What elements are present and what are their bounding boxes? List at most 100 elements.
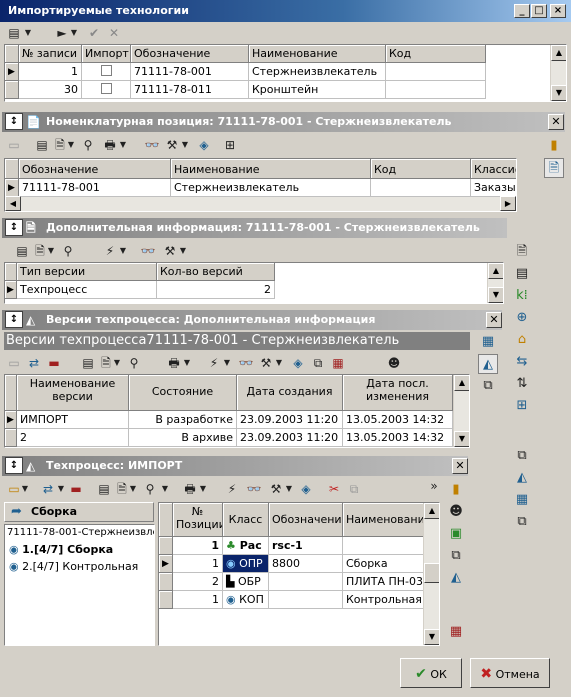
table-cell[interactable]: Техпроцесс [17,281,157,299]
import-checkbox[interactable] [82,63,131,81]
minimize-button[interactable]: _ [514,4,530,18]
col-header[interactable]: Дата создания [237,375,343,411]
insert-icon[interactable]: ⇄ [24,353,44,373]
table-cell[interactable]: ◉ КОП [223,591,269,609]
dropdown-arrow-icon[interactable]: ▼ [182,353,192,373]
new-icon[interactable]: ▭ [4,353,24,373]
scroll-up-icon[interactable]: ▲ [424,503,439,519]
table-icon[interactable]: ▤ [78,353,98,373]
close-panel-button[interactable]: ✕ [548,114,564,130]
more-icon[interactable]: » [424,476,444,496]
dropdown-arrow-icon[interactable]: ▼ [118,135,128,155]
paste-icon[interactable]: ⧉ [344,479,364,499]
col-header[interactable]: Код [386,45,486,63]
tools-icon[interactable]: ⚒ [162,135,182,155]
dropdown-arrow-icon[interactable]: ▼ [198,479,208,499]
table-cell[interactable] [343,537,425,555]
dropdown-arrow-icon[interactable]: ▼ [160,479,170,499]
dropdown-arrow-icon[interactable]: ▼ [222,353,232,373]
user-icon[interactable]: ☻ [384,353,404,373]
dropdown-arrow-icon[interactable]: ▼ [180,135,190,155]
picture-icon[interactable]: ▣ [446,524,466,544]
table-cell[interactable]: 71111-78-001 [131,63,249,81]
grid-view-icon[interactable]: ▤ [4,23,24,43]
copy-icon[interactable]: ⧉ [308,353,328,373]
document-icon[interactable]: 🗎 [544,158,564,178]
document-icon[interactable]: 🗎 [512,242,532,262]
diamond-icon[interactable]: ◈ [194,135,214,155]
col-header[interactable]: Класс [223,503,269,537]
lightning-icon[interactable]: ⚡ [222,479,242,499]
delete-icon[interactable]: ▬ [44,353,64,373]
pin-icon[interactable]: ↕ [5,457,23,474]
col-header[interactable]: Тип версии [17,263,157,281]
table-icon[interactable]: ▦ [512,490,532,510]
print-icon[interactable]: 🖶 [180,479,200,499]
add-item-icon[interactable]: ⊕ [512,308,532,328]
import-checkbox[interactable] [82,81,131,99]
table-cell[interactable]: 30 [19,81,82,99]
col-header[interactable]: Дата посл. изменения [343,375,453,411]
col-header[interactable]: Наименование [171,159,371,179]
tree-header[interactable]: ➦ Сборка [4,502,154,522]
table-cell[interactable]: 13.05.2003 14:32 [343,411,453,429]
versions-icon[interactable]: ◭ [446,568,466,588]
lightning-icon[interactable]: ⚡ [100,241,120,261]
cut-icon[interactable]: ✂ [324,479,344,499]
table-cell[interactable]: Сборка [343,555,425,573]
scroll-up-icon[interactable]: ▲ [454,375,469,391]
dropdown-arrow-icon[interactable]: ▼ [128,479,138,499]
table-cell[interactable]: 13.05.2003 14:32 [343,429,453,447]
scroll-up-icon[interactable]: ▲ [551,45,566,61]
versions-icon[interactable]: ◭ [512,468,532,488]
binoculars-icon[interactable]: 👓 [244,479,264,499]
table-cell[interactable]: rsc-1 [269,537,343,555]
tree-item[interactable]: ◉ 2.[4/7] Контрольная [9,560,138,573]
table-cell[interactable]: ПЛИТА ПН-03Т [343,573,425,591]
table-cell[interactable]: 2 [173,573,223,591]
table-cell[interactable]: Кронштейн [249,81,386,99]
table-cell[interactable]: Контрольная [343,591,425,609]
dropdown-arrow-icon[interactable]: ▼ [178,241,188,261]
dropdown-arrow-icon[interactable]: ▼ [118,241,128,261]
vertical-scrollbar[interactable]: ▲ ▼ [550,45,566,101]
lightning-icon[interactable]: ⚡ [204,353,224,373]
dropdown-arrow-icon[interactable]: ▼ [284,479,294,499]
report-icon[interactable]: ▦ [328,353,348,373]
table-cell[interactable]: Стержнеизвлекатель [249,63,386,81]
table-cell[interactable]: Заказы [471,179,516,197]
print-icon[interactable]: 🖶 [164,353,184,373]
binoculars-icon[interactable]: 👓 [138,241,158,261]
tools-icon[interactable]: ⚒ [160,241,180,261]
stack-icon[interactable]: ⧉ [478,376,498,396]
col-header[interactable]: Импорт [82,45,131,63]
stack-icon[interactable]: ⧉ [512,512,532,532]
ruler-icon[interactable]: ▮ [446,480,466,500]
tools-icon[interactable]: ⚒ [266,479,286,499]
list-icon[interactable]: ▤ [512,264,532,284]
table-cell[interactable] [269,591,343,609]
diamond-icon[interactable]: ◈ [288,353,308,373]
scroll-down-icon[interactable]: ▼ [424,629,439,645]
table-cell[interactable] [386,81,486,99]
binoculars-icon[interactable]: 👓 [142,135,162,155]
scroll-right-icon[interactable]: ▶ [500,196,516,211]
col-header[interactable]: № записи [19,45,82,63]
table-icon[interactable]: ▤ [32,135,52,155]
report-icon[interactable]: ▦ [446,622,466,642]
dropdown-arrow-icon[interactable]: ▼ [56,479,66,499]
table-cell[interactable]: 1 [173,537,223,555]
bracket-icon[interactable]: k⁞ [512,286,532,306]
table-cell[interactable]: В архиве [129,429,237,447]
scroll-thumb[interactable] [424,563,439,583]
table-cell[interactable]: 2 [17,429,129,447]
table-cell[interactable]: 71111-78-011 [131,81,249,99]
horizontal-scrollbar[interactable]: ◀ ▶ [5,196,516,211]
tag-icon[interactable]: ⌂ [512,330,532,350]
table-icon[interactable]: ▤ [94,479,114,499]
dropdown-arrow-icon[interactable]: ▼ [20,479,30,499]
filter-icon[interactable]: ⚲ [140,479,160,499]
vertical-scrollbar[interactable]: ▲ ▼ [487,263,503,303]
scroll-down-icon[interactable]: ▼ [454,431,469,447]
table-cell[interactable]: Стержнеизвлекатель [171,179,371,197]
